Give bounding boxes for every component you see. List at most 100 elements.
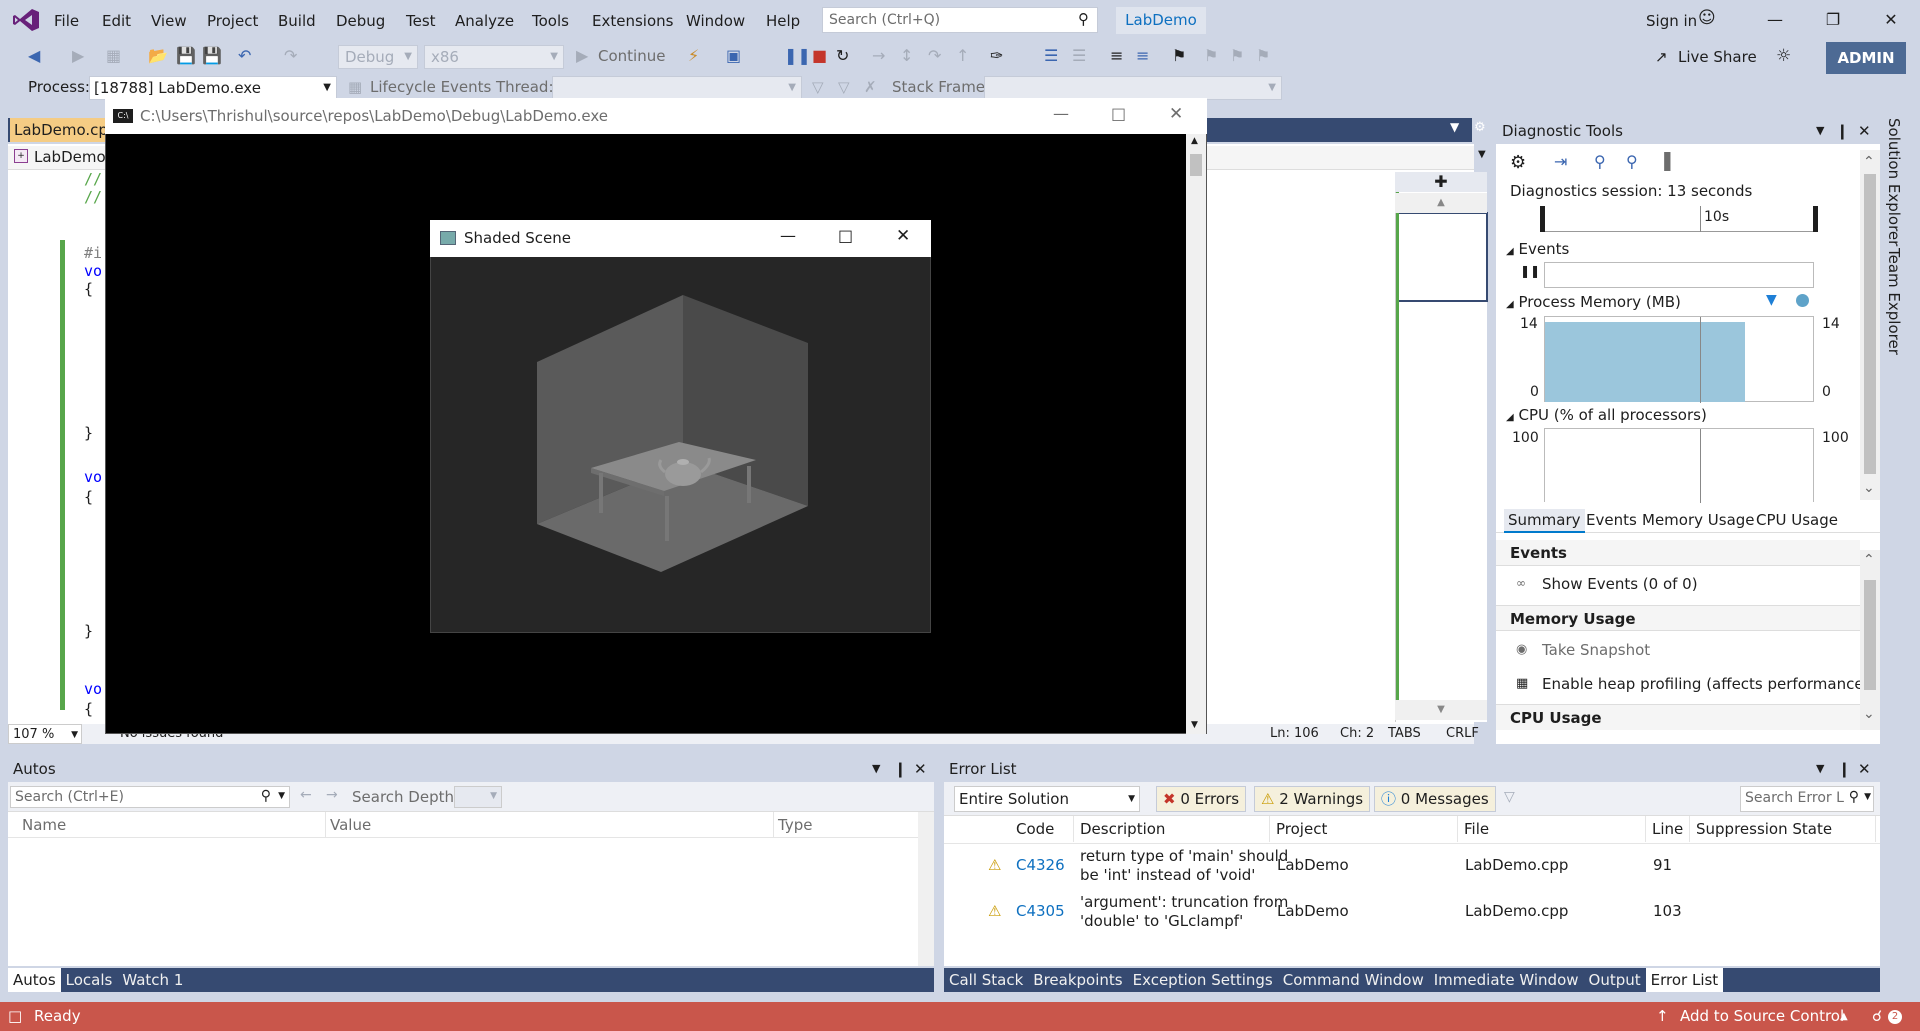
col-description[interactable]: Description [1074, 816, 1270, 842]
line-ending[interactable]: CRLF [1446, 724, 1479, 744]
code-line[interactable]: } [84, 424, 93, 442]
panel-menu-chevron-icon[interactable]: ▼ [1816, 118, 1824, 144]
tab-error-list[interactable]: Error List [1645, 968, 1724, 992]
code-line[interactable]: #i [84, 244, 102, 262]
step-out-icon[interactable]: ↑ [956, 45, 969, 67]
autos-close-icon[interactable]: ✕ [914, 756, 927, 782]
warnings-filter-button[interactable]: ⚠ 2 Warnings [1254, 786, 1371, 812]
menu-debug[interactable]: Debug [336, 0, 385, 40]
search-box[interactable]: Search (Ctrl+Q) ⚲ [822, 7, 1098, 33]
autos-back-icon[interactable]: ← [300, 787, 312, 803]
nav-dropdown-icon[interactable]: ▼ [1478, 149, 1486, 160]
tab-breakpoints[interactable]: Breakpoints [1028, 968, 1127, 992]
solution-configuration-select[interactable]: Debug ▼ [338, 45, 418, 69]
indent-mode[interactable]: TABS [1388, 724, 1421, 744]
open-folder-icon[interactable]: 📂 [148, 45, 168, 67]
tab-memory-usage[interactable]: Memory Usage [1642, 509, 1755, 531]
chart-icon[interactable]: ▐ [1658, 152, 1670, 171]
output-window-icon[interactable]: □ [8, 1002, 22, 1031]
code-line[interactable]: { [84, 700, 93, 718]
tab-command-window[interactable]: Command Window [1278, 968, 1429, 992]
format-icon[interactable]: ☰ [1072, 45, 1086, 67]
live-share-icon[interactable]: ↗ [1655, 48, 1668, 66]
error-code-link[interactable]: C4305 [1016, 902, 1065, 921]
autos-forward-icon[interactable]: → [326, 787, 338, 803]
notifications-icon[interactable]: ☌ [1872, 1002, 1882, 1031]
menu-test[interactable]: Test [406, 0, 436, 40]
autos-col-name[interactable]: Name [16, 812, 326, 838]
autos-col-type[interactable]: Type [772, 812, 916, 838]
console-minimize-button[interactable]: — [1053, 104, 1069, 123]
restore-button[interactable]: ❐ [1810, 5, 1856, 35]
error-list-close-icon[interactable]: ✕ [1858, 756, 1871, 782]
menu-view[interactable]: View [151, 0, 187, 40]
editor-tab-labdemo-cpp[interactable]: LabDemo.cpp [10, 118, 117, 142]
source-control-up-chevron-icon[interactable]: ▲ [1840, 1002, 1848, 1031]
error-list-menu-icon[interactable]: ▼ [1816, 756, 1824, 782]
menu-analyze[interactable]: Analyze [455, 0, 514, 40]
autos-col-value[interactable]: Value [324, 812, 774, 838]
errors-filter-button[interactable]: ✖ 0 Errors [1156, 786, 1247, 812]
console-title-bar[interactable]: C:\ C:\Users\Thrishul\source\repos\LabDe… [105, 98, 1207, 134]
console-maximize-button[interactable]: □ [1111, 104, 1126, 123]
heap-profiling-option[interactable]: Enable heap profiling (affects performan… [1542, 675, 1869, 693]
flag-thread-icon[interactable]: ✗ [864, 78, 877, 96]
col-suppression-state[interactable]: Suppression State [1690, 816, 1876, 842]
autos-pin-icon[interactable]: ❙ [894, 756, 907, 782]
memory-section[interactable]: ◢ Process Memory (MB) [1506, 293, 1681, 311]
code-line[interactable]: vo [84, 262, 102, 280]
menu-window[interactable]: Window [686, 0, 745, 40]
opengl-close-button[interactable]: ✕ [896, 226, 910, 246]
code-line[interactable]: { [84, 280, 93, 298]
error-row[interactable]: ⚠ C4326 return type of 'main' should be … [944, 844, 1880, 888]
zoom-select[interactable]: 107 % ▼ [8, 724, 82, 744]
code-line[interactable]: vo [84, 468, 102, 486]
autos-menu-icon[interactable]: ▼ [872, 756, 880, 782]
continue-button[interactable]: Continue [598, 45, 665, 67]
split-editor-icon[interactable]: ✚ [1395, 172, 1487, 192]
error-row[interactable]: ⚠ C4305 'argument': truncation from 'dou… [944, 888, 1880, 932]
tab-exception-settings[interactable]: Exception Settings [1128, 968, 1278, 992]
clear-filter-icon[interactable]: ▽ [1504, 789, 1515, 805]
zoom-in-icon[interactable]: ⚲ [1594, 152, 1606, 171]
search-depth-select[interactable]: ▼ [454, 786, 502, 808]
diag-scrollbar[interactable]: ⌃ ⌄ [1860, 150, 1880, 500]
save-icon[interactable]: 💾 [176, 45, 196, 67]
line-number[interactable]: Ln: 106 [1270, 724, 1319, 744]
summary-scrollbar[interactable]: ⌃ ⌄ [1860, 550, 1880, 730]
thread-select[interactable]: ▼ [552, 76, 802, 100]
show-events-link[interactable]: Show Events (0 of 0) [1542, 575, 1698, 593]
settings-gear-icon[interactable]: ⚙ [1474, 120, 1486, 135]
process-select[interactable]: [18788] LabDemo.exe ▼ [89, 76, 337, 100]
close-button[interactable]: ✕ [1868, 5, 1914, 35]
gear-icon[interactable]: ⚙ [1510, 152, 1526, 173]
undo-icon[interactable]: ↶ [238, 45, 251, 67]
scrollbar-minimap[interactable] [1395, 172, 1488, 722]
sign-in-link[interactable]: Sign in [1646, 0, 1697, 40]
error-scope-select[interactable]: Entire Solution ▼ [954, 786, 1140, 812]
error-list-pin-icon[interactable]: ❙ [1838, 756, 1851, 782]
tab-autos[interactable]: Autos [8, 968, 61, 992]
stack-frame-select[interactable]: ▼ [984, 76, 1282, 100]
error-search-icon[interactable]: ⚲ [1849, 789, 1859, 805]
opengl-title-bar[interactable]: Shaded Scene — □ ✕ [430, 220, 931, 257]
autos-search-input[interactable]: Search (Ctrl+E) ⚲ ▼ [10, 786, 290, 808]
col-code[interactable]: Code [1010, 816, 1074, 842]
opengl-minimize-button[interactable]: — [780, 226, 796, 245]
code-line[interactable]: { [84, 488, 93, 506]
timeline-ruler[interactable]: 10s [1540, 206, 1818, 232]
error-search-input[interactable]: Search Error L ⚲ ▼ [1740, 786, 1874, 812]
scroll-down-icon[interactable]: ▼ [1395, 700, 1487, 720]
minimap-viewport[interactable] [1396, 212, 1488, 302]
scroll-up-icon[interactable]: ▲ [1395, 193, 1487, 213]
live-share-button[interactable]: Live Share [1678, 46, 1757, 68]
messages-filter-button[interactable]: ⓘ 0 Messages [1374, 786, 1496, 812]
step-into-icon[interactable]: ↕ [900, 45, 913, 67]
solution-explorer-tab[interactable]: Solution Explorer [1885, 118, 1903, 246]
solution-platform-select[interactable]: x86 ▼ [424, 45, 564, 69]
bookmark-clear-icon[interactable]: ⚑ [1256, 45, 1270, 67]
show-next-statement-icon[interactable]: → [872, 45, 885, 67]
continue-icon[interactable]: ▶ [576, 45, 588, 67]
add-to-source-control[interactable]: Add to Source Control [1680, 1002, 1844, 1031]
zoom-out-icon[interactable]: ⚲ [1626, 152, 1638, 171]
